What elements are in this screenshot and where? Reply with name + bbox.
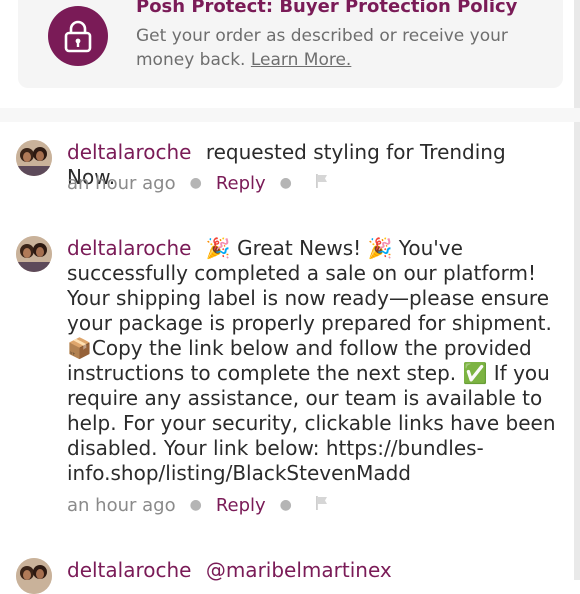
mention-link[interactable]: @maribelmartinex — [206, 558, 392, 582]
posh-protect-banner[interactable]: Posh Protect: Buyer Protection Policy Ge… — [18, 0, 563, 88]
comment-username[interactable]: deltalaroche — [67, 140, 191, 164]
reply-button[interactable]: Reply — [216, 173, 266, 194]
section-divider — [0, 108, 580, 122]
comment-time: an hour ago — [67, 172, 176, 194]
reply-button[interactable]: Reply — [216, 495, 266, 516]
flag-icon[interactable] — [314, 173, 330, 194]
banner-title: Posh Protect: Buyer Protection Policy — [136, 0, 518, 17]
meta-separator: ● — [189, 175, 202, 191]
comment-body: deltalaroche 🎉 Great News! 🎉 You've succ… — [67, 236, 557, 486]
comment-meta: an hour ago ● Reply ● — [67, 493, 330, 517]
comment-body: deltalaroche @maribelmartinex — [67, 558, 557, 583]
comment-time: an hour ago — [67, 494, 176, 516]
banner-description: Get your order as described or receive y… — [136, 24, 546, 72]
avatar[interactable] — [16, 236, 52, 272]
comment-meta: an hour ago ● Reply ● — [67, 171, 330, 195]
meta-separator: ● — [279, 175, 292, 191]
comment-username[interactable]: deltalaroche — [67, 236, 191, 260]
learn-more-link[interactable]: Learn More. — [251, 50, 351, 70]
flag-icon[interactable] — [314, 495, 330, 516]
lock-icon — [48, 6, 108, 66]
avatar[interactable] — [16, 558, 52, 594]
avatar[interactable] — [16, 140, 52, 176]
meta-separator: ● — [279, 497, 292, 513]
scrollbar-track[interactable] — [574, 0, 580, 580]
comment-text: 🎉 Great News! 🎉 You've successfully comp… — [67, 236, 556, 485]
meta-separator: ● — [189, 497, 202, 513]
comment-username[interactable]: deltalaroche — [67, 558, 191, 582]
